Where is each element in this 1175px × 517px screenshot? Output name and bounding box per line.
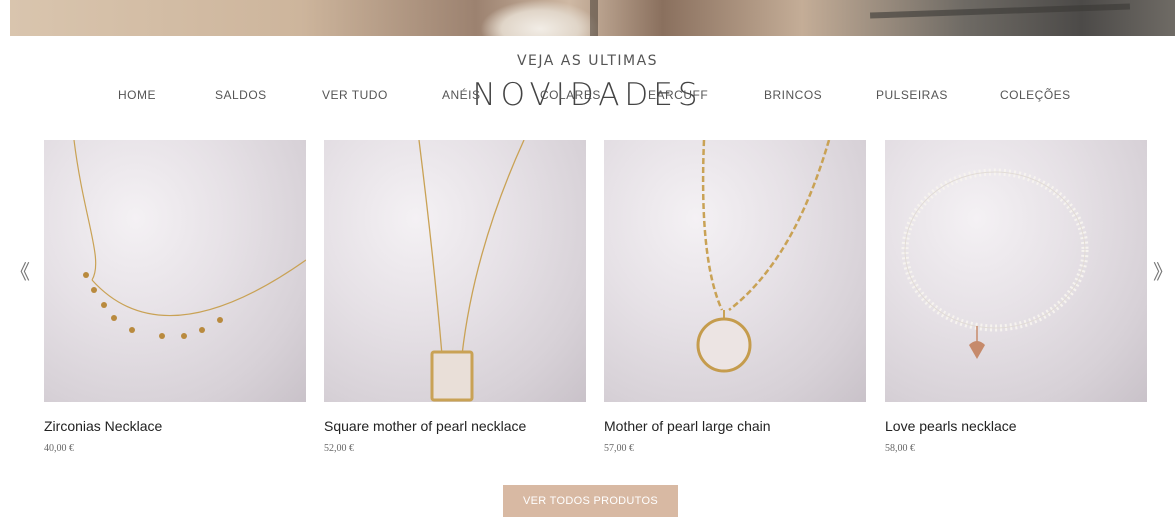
double-chevron-right-icon[interactable]: 》 [1153,256,1173,285]
product-name[interactable]: Zirconias Necklace [44,418,306,434]
product-name[interactable]: Mother of pearl large chain [604,418,866,434]
nav-item-home[interactable]: HOME [118,88,156,102]
section-subtitle: VEJA AS ULTIMAS [516,53,659,69]
nav-item-saldos[interactable]: SALDOS [215,88,267,102]
nav-item-ver-tudo[interactable]: VER TUDO [322,88,388,102]
nav-item-earcuff[interactable]: EARCUFF [648,88,708,102]
product-image[interactable] [885,140,1147,402]
product-card[interactable]: Zirconias Necklace 40,00 € [44,140,306,454]
double-chevron-left-icon[interactable]: 《 [10,256,30,285]
product-price: 52,00 € [324,443,354,454]
product-card[interactable]: Love pearls necklace 58,00 € [885,140,1147,454]
main-navigation: HOME SALDOS VER TUDO ANÉIS COLARES EARCU… [0,88,1175,104]
product-image[interactable] [44,140,306,402]
product-card[interactable]: Square mother of pearl necklace 52,00 € [324,140,586,454]
product-price: 58,00 € [885,443,915,454]
product-card[interactable]: Mother of pearl large chain 57,00 € [604,140,866,454]
product-image[interactable] [604,140,866,402]
product-name[interactable]: Love pearls necklace [885,418,1147,434]
product-price: 40,00 € [44,443,74,454]
nav-item-colares[interactable]: COLARES [540,88,601,102]
product-image[interactable] [324,140,586,402]
nav-item-pulseiras[interactable]: PULSEIRAS [876,88,948,102]
product-price: 57,00 € [604,443,634,454]
view-all-products-button[interactable]: VER TODOS PRODUTOS [503,485,678,517]
product-name[interactable]: Square mother of pearl necklace [324,418,586,434]
nav-item-aneis[interactable]: ANÉIS [442,88,481,102]
nav-item-brincos[interactable]: BRINCOS [764,88,822,102]
nav-item-colecoes[interactable]: COLEÇÕES [1000,88,1071,102]
hero-banner-image [10,0,1175,36]
